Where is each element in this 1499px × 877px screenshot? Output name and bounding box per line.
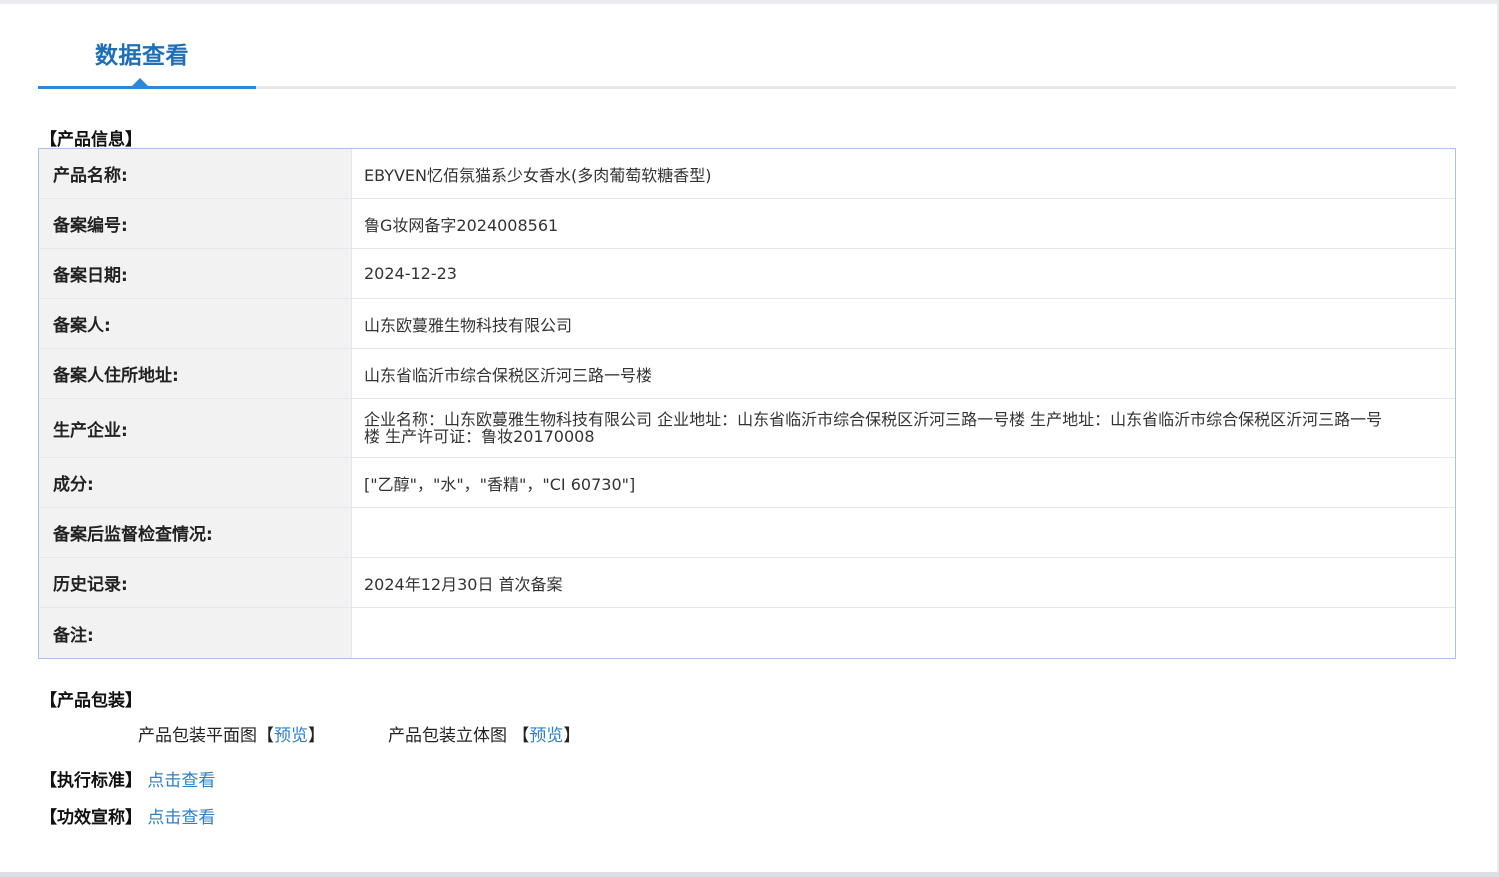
row-value	[352, 608, 1455, 658]
row-label: 备案人:	[39, 299, 352, 348]
row-value: 山东欧蔓雅生物科技有限公司	[364, 315, 573, 335]
execution-standard-label: 【执行标准】	[40, 771, 142, 791]
row-value	[352, 508, 1455, 557]
row-value: 2024-12-23	[364, 264, 457, 283]
row-value: 2024年12月30日 首次备案	[364, 574, 563, 594]
active-tab-caret-icon	[132, 78, 148, 86]
bracket-open: 【	[257, 726, 274, 746]
row-label: 备案编号:	[39, 199, 352, 248]
table-row: 备案日期: 2024-12-23	[39, 249, 1455, 299]
table-row: 备案人: 山东欧蔓雅生物科技有限公司	[39, 299, 1455, 349]
table-row: 备案后监督检查情况:	[39, 508, 1455, 558]
row-value: ["乙醇"，"水"，"香精"，"CI 60730"]	[364, 474, 636, 494]
packaging-flat-preview-link[interactable]: 预览	[274, 726, 308, 746]
row-label: 产品名称:	[39, 149, 352, 198]
row-label: 成分:	[39, 458, 352, 507]
row-value: 鲁G妆网备字2024008561	[364, 215, 559, 235]
table-row: 产品名称: EBYVEN忆佰氛猫系少女香水(多肉葡萄软糖香型)	[39, 149, 1455, 199]
bracket-close: 】	[308, 726, 325, 746]
packaging-heading: 【产品包装】	[40, 691, 142, 711]
execution-standard-line: 【执行标准】 点击查看	[40, 766, 215, 791]
bracket-close: 】	[563, 726, 581, 746]
packaging-stereo-label: 产品包装立体图	[388, 726, 507, 746]
active-tab-indicator	[38, 86, 256, 89]
table-row: 成分: ["乙醇"，"水"，"香精"，"CI 60730"]	[39, 458, 1455, 508]
row-label: 历史记录:	[39, 558, 352, 607]
table-row: 备案人住所地址: 山东省临沂市综合保税区沂河三路一号楼	[39, 349, 1455, 399]
row-label: 备案日期:	[39, 249, 352, 298]
bottom-divider	[0, 872, 1499, 877]
table-row: 生产企业: 企业名称：山东欧蔓雅生物科技有限公司 企业地址：山东省临沂市综合保税…	[39, 399, 1455, 458]
table-row: 历史记录: 2024年12月30日 首次备案	[39, 558, 1455, 608]
row-value: 企业名称：山东欧蔓雅生物科技有限公司 企业地址：山东省临沂市综合保税区沂河三路一…	[364, 410, 1383, 446]
row-label: 备案人住所地址:	[39, 349, 352, 398]
row-value: EBYVEN忆佰氛猫系少女香水(多肉葡萄软糖香型)	[364, 165, 712, 185]
bracket-open: 【	[507, 726, 530, 746]
efficacy-claim-line: 【功效宣称】 点击查看	[40, 803, 215, 828]
row-label: 备案后监督检查情况:	[39, 508, 352, 557]
product-info-table: 产品名称: EBYVEN忆佰氛猫系少女香水(多肉葡萄软糖香型) 备案编号: 鲁G…	[38, 148, 1456, 659]
product-info-heading: 【产品信息】	[40, 130, 142, 150]
execution-standard-view-link[interactable]: 点击查看	[147, 771, 215, 791]
row-value: 山东省临沂市综合保税区沂河三路一号楼	[364, 365, 653, 385]
table-row: 备注:	[39, 608, 1455, 658]
efficacy-claim-label: 【功效宣称】	[40, 808, 142, 828]
row-label: 生产企业:	[39, 399, 352, 457]
packaging-flat-item: 产品包装平面图【预览】	[138, 721, 325, 746]
packaging-stereo-item: 产品包装立体图 【预览】	[388, 721, 580, 746]
tab-data-view[interactable]: 数据查看	[95, 36, 189, 70]
efficacy-claim-view-link[interactable]: 点击查看	[147, 808, 215, 828]
packaging-stereo-preview-link[interactable]: 预览	[529, 726, 563, 746]
table-row: 备案编号: 鲁G妆网备字2024008561	[39, 199, 1455, 249]
row-label: 备注:	[39, 608, 352, 658]
packaging-flat-label: 产品包装平面图	[138, 726, 257, 746]
